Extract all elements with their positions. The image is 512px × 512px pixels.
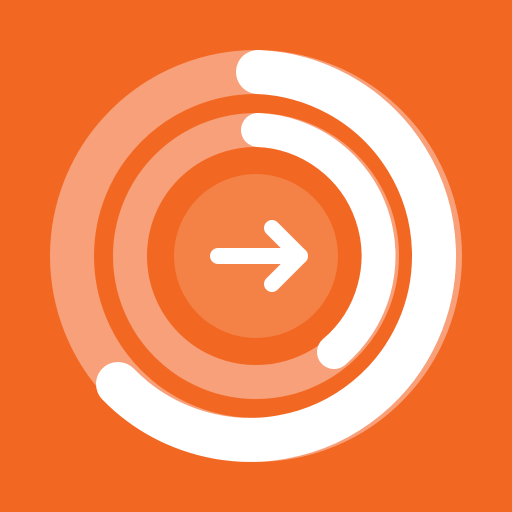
progress-ring-graphic <box>0 0 512 512</box>
app-icon <box>0 0 512 512</box>
